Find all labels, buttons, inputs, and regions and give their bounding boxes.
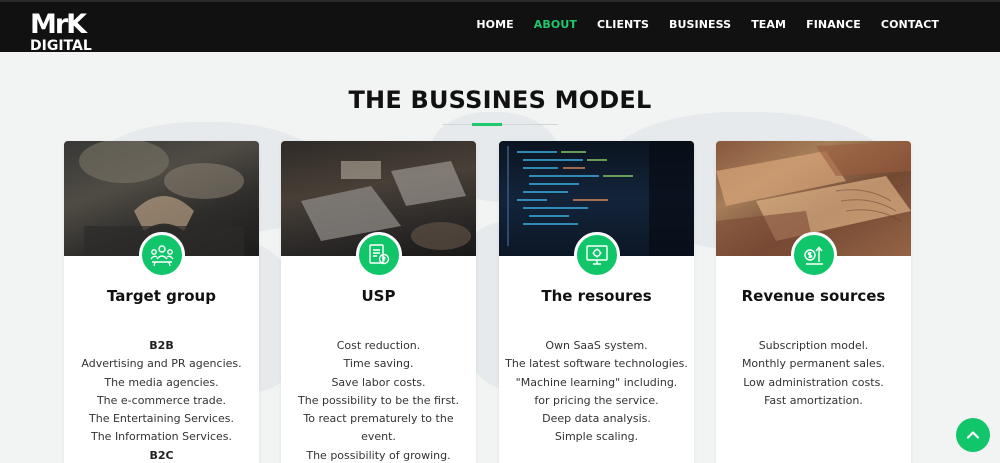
card-title: USP — [361, 287, 396, 305]
nav-item-clients[interactable]: CLIENTS — [597, 18, 649, 31]
revenue-growth-icon — [791, 232, 837, 278]
card-text-line: Subscription model. — [758, 339, 869, 352]
card-text-line: Simple scaling. — [554, 430, 639, 444]
back-to-top-button[interactable] — [956, 418, 990, 452]
card-text-line: The e-commerce trade. — [96, 393, 227, 407]
top-navbar: MrK DIGITAL HOME ABOUT CLIENTS BUSINESS … — [0, 0, 1000, 55]
title-divider-accent — [472, 123, 502, 126]
nav-item-team[interactable]: TEAM — [751, 18, 786, 31]
card-text-line: event. — [361, 430, 396, 444]
brand-logo-mark: MrK — [30, 9, 87, 40]
card-text-line: The media agencies. — [104, 375, 219, 389]
card-resources: The resoures Own SaaS system. The latest… — [499, 141, 694, 463]
card-text: Own SaaS system. The latest software tec… — [499, 337, 694, 447]
target-group-icon — [139, 232, 185, 278]
card-text-line: The possibility of growing. — [306, 448, 451, 462]
card-text: Subscription model. Monthly permanent sa… — [716, 337, 911, 410]
card-text-line: Cost reduction. — [336, 339, 421, 352]
card-title: The resoures — [541, 287, 652, 305]
card-usp: USP Cost reduction. Time saving. Save la… — [281, 141, 476, 463]
nav-item-about[interactable]: ABOUT — [534, 18, 577, 31]
chevron-up-icon — [966, 431, 980, 439]
card-text-line: Fast amortization. — [764, 393, 863, 407]
card-title: Target group — [107, 287, 216, 305]
nav-item-contact[interactable]: CONTACT — [881, 18, 939, 31]
computer-settings-icon — [574, 232, 620, 278]
usp-document-icon — [356, 232, 402, 278]
card-text-line: Own SaaS system. — [545, 339, 648, 352]
card-text-line: Save labor costs. — [331, 375, 426, 389]
card-revenue-sources: Revenue sources Subscription model. Mont… — [716, 141, 911, 463]
card-text: B2B Advertising and PR agencies. The med… — [64, 337, 259, 463]
card-text-line: Advertising and PR agencies. — [81, 357, 242, 371]
card-text-line: "Machine learning" including. — [515, 375, 678, 389]
card-text-line: for pricing the service. — [534, 393, 659, 407]
card-text-line: Low administration costs. — [743, 375, 884, 389]
card-text-line: The latest software technologies. — [505, 357, 688, 371]
card-target-group: Target group B2B Advertising and PR agen… — [64, 141, 259, 463]
nav-item-finance[interactable]: FINANCE — [806, 18, 861, 31]
card-text-line: The Information Services. — [90, 430, 232, 444]
nav-item-home[interactable]: HOME — [476, 18, 513, 31]
main-nav: HOME ABOUT CLIENTS BUSINESS TEAM FINANCE… — [456, 18, 939, 31]
brand-logo-subtitle: DIGITAL — [30, 38, 92, 54]
card-text-line: B2B — [149, 339, 174, 352]
card-text-line: Time saving. — [343, 357, 414, 371]
card-text-line: To react prematurely to the — [303, 412, 454, 426]
card-text-line: The Entertaining Services. — [89, 412, 234, 426]
card-text-line: Deep data analysis. — [542, 412, 651, 426]
card-text-line: The possibility to be the first. — [298, 393, 459, 407]
card-text: Cost reduction. Time saving. Save labor … — [281, 337, 476, 463]
card-text-line: Monthly permanent sales. — [741, 357, 886, 371]
card-text-line: B2C — [149, 448, 174, 462]
brand-logo[interactable]: MrK DIGITAL — [30, 9, 110, 55]
card-title: Revenue sources — [741, 287, 886, 305]
section-title: THE BUSSINES MODEL — [348, 86, 652, 114]
nav-item-business[interactable]: BUSINESS — [669, 18, 731, 31]
